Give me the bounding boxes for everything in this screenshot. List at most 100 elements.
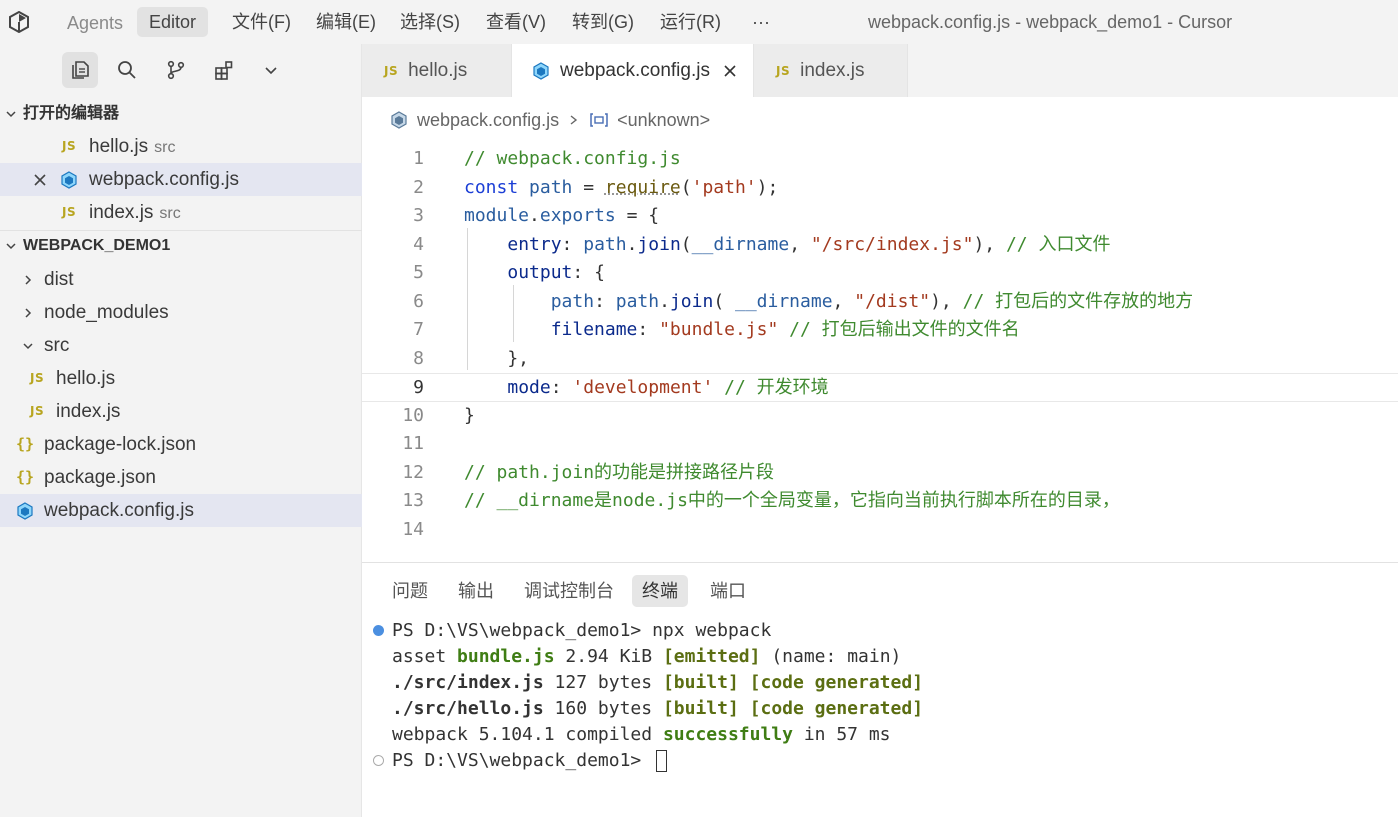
menu-file[interactable]: 文件(F) (232, 8, 291, 36)
open-editor-item[interactable]: JS hello.js src (0, 130, 362, 163)
cursor-logo-icon (9, 11, 29, 33)
code-line: 12 // path.join的功能是拼接路径片段 (362, 459, 1398, 488)
code-line: 13 // __dirname是node.js中的一个全局变量，它指向当前执行脚… (362, 487, 1398, 516)
tab-output[interactable]: 输出 (448, 575, 504, 607)
title-bar: Agents Editor 文件(F) 编辑(E) 选择(S) 查看(V) 转到… (0, 0, 1398, 44)
file-dir: src (159, 205, 181, 222)
terminal-flag: [built] (662, 672, 739, 693)
line-number: 9 (413, 377, 424, 398)
terminal-module: ./src/hello.js (392, 698, 544, 719)
menu-go[interactable]: 转到(G) (572, 8, 634, 36)
tree-item-file[interactable]: {} package-lock.json (0, 428, 362, 461)
webpack-icon (532, 61, 550, 80)
tab-problems[interactable]: 问题 (382, 575, 438, 607)
line-number: 13 (402, 490, 424, 511)
js-file-icon: JS (30, 404, 45, 418)
close-icon[interactable] (32, 163, 48, 196)
breadcrumb-file[interactable]: webpack.config.js (417, 110, 559, 131)
explorer-icon (72, 61, 89, 79)
tab-terminal[interactable]: 终端 (632, 575, 688, 607)
tree-item-file-selected[interactable]: webpack.config.js (0, 494, 362, 527)
file-name: index.js (89, 202, 154, 223)
webpack-icon (16, 494, 34, 527)
code-line: 2 const path = require('path'); (362, 174, 1398, 203)
agents-tab[interactable]: Agents (58, 8, 132, 38)
code-text: output: { (507, 262, 605, 283)
tab-debug-console[interactable]: 调试控制台 (514, 575, 624, 607)
folder-name: node_modules (44, 302, 169, 323)
terminal-input-line[interactable]: PS D:\VS\webpack_demo1> (392, 748, 668, 774)
line-number: 2 (413, 177, 424, 198)
terminal-text: asset (392, 646, 458, 667)
command-pending-dot-icon[interactable] (373, 755, 384, 766)
tab-hello-js[interactable]: JS hello.js (362, 44, 512, 97)
line-number: 4 (413, 234, 424, 255)
command-success-dot-icon[interactable] (373, 625, 384, 636)
code-text: path: path.join( __dirname, "/dist"), //… (550, 291, 1194, 312)
project-header[interactable]: WEBPACK_DEMO1 (0, 231, 362, 261)
more-views-button[interactable] (253, 52, 289, 88)
code-editor[interactable]: 1 // webpack.config.js 2 const path = re… (362, 140, 1398, 560)
code-text: mode: 'development' // 开发环境 (507, 377, 829, 398)
tab-ports[interactable]: 端口 (700, 575, 756, 607)
open-editor-item-active[interactable]: webpack.config.js (0, 163, 362, 196)
menu-selection[interactable]: 选择(S) (400, 8, 460, 36)
menu-view[interactable]: 查看(V) (486, 8, 546, 36)
terminal-text: 127 bytes (543, 672, 663, 693)
menu-more[interactable]: ··· (752, 8, 770, 36)
sidebar: 打开的编辑器 JS hello.js src webpack.config.js … (0, 44, 362, 817)
search-button[interactable] (109, 52, 145, 88)
code-line: 8 }, (362, 345, 1398, 374)
tab-index-js[interactable]: JS index.js (754, 44, 908, 97)
extensions-button[interactable] (206, 52, 242, 88)
terminal-line: PS D:\VS\webpack_demo1> npx webpack (392, 618, 771, 644)
tab-label: hello.js (408, 59, 468, 81)
open-editor-item[interactable]: JS index.js src (0, 196, 362, 229)
file-name: index.js (56, 401, 121, 422)
terminal-prompt: PS D:\VS\webpack_demo1> (392, 750, 653, 771)
terminal-prompt: PS D:\VS\webpack_demo1> (392, 620, 653, 641)
terminal-module: ./src/index.js (392, 672, 544, 693)
menu-edit[interactable]: 编辑(E) (316, 8, 376, 36)
chevron-right-icon (569, 114, 579, 126)
line-number: 5 (413, 262, 424, 283)
open-editors-header[interactable]: 打开的编辑器 (0, 99, 362, 129)
breadcrumb: webpack.config.js <unknown> (390, 107, 710, 133)
code-line: 3 module.exports = { (362, 202, 1398, 231)
terminal-text: (name: main) (760, 646, 902, 667)
menu-run[interactable]: 运行(R) (660, 8, 721, 36)
tab-webpack-config[interactable]: webpack.config.js (512, 44, 754, 97)
editor-tab[interactable]: Editor (137, 7, 209, 37)
code-text: // path.join的功能是拼接路径片段 (464, 462, 775, 483)
file-name: hello.js (56, 368, 116, 389)
tree-item-file[interactable]: JS index.js (0, 395, 362, 428)
folder-name: src (44, 335, 70, 356)
line-number: 1 (413, 148, 424, 169)
open-editor-label: hello.js src (89, 130, 175, 164)
json-file-icon: {} (16, 435, 35, 453)
line-number: 12 (402, 462, 424, 483)
terminal-flag: [code generated] (749, 672, 924, 693)
breadcrumb-symbol[interactable]: <unknown> (617, 110, 710, 131)
terminal-flag: [built] (662, 698, 739, 719)
code-line: 10 } (362, 402, 1398, 431)
code-line: 11 (362, 430, 1398, 459)
terminal-text: 2.94 KiB (554, 646, 663, 667)
source-control-button[interactable] (158, 52, 194, 88)
code-text: filename: "bundle.js" // 打包后输出文件的文件名 (550, 319, 1020, 340)
file-name: package-lock.json (44, 434, 197, 455)
tab-label: index.js (800, 59, 865, 81)
line-number: 10 (402, 405, 424, 426)
tree-item-folder[interactable]: src (0, 329, 362, 362)
terminal-text: webpack 5.104.1 compiled (392, 724, 663, 745)
terminal-status: successfully (662, 724, 793, 745)
close-icon[interactable] (722, 63, 738, 79)
tree-item-file[interactable]: {} package.json (0, 461, 362, 494)
tree-item-file[interactable]: JS hello.js (0, 362, 362, 395)
tree-item-folder[interactable]: dist (0, 263, 362, 296)
code-text: module.exports = { (464, 205, 660, 226)
line-number: 14 (402, 519, 424, 540)
code-text: // webpack.config.js (464, 148, 681, 169)
explorer-button[interactable] (62, 52, 98, 88)
tree-item-folder[interactable]: node_modules (0, 296, 362, 329)
